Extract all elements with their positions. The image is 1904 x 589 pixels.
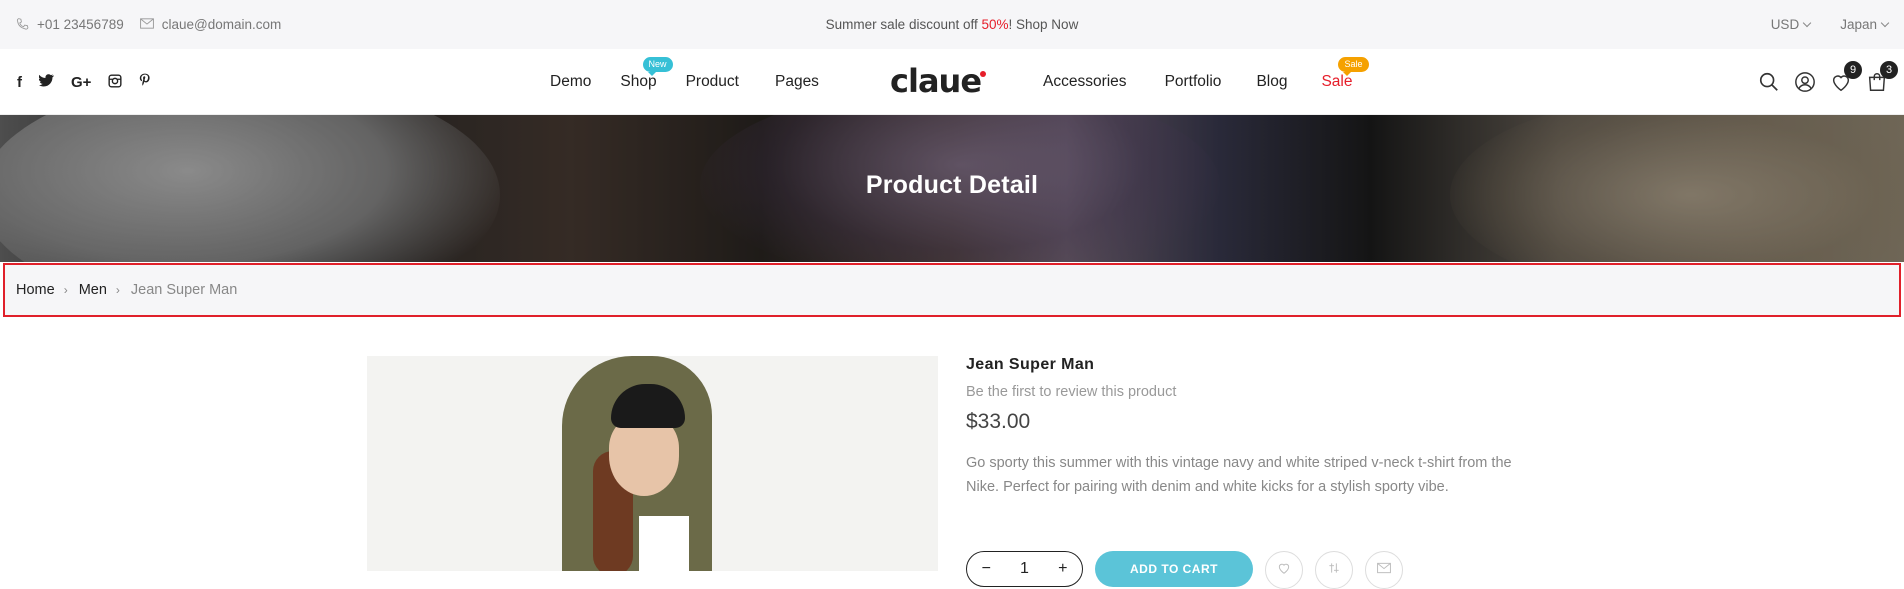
instagram-icon[interactable] xyxy=(108,73,122,91)
breadcrumb: Home › Men › Jean Super Man xyxy=(3,263,1901,317)
breadcrumb-home[interactable]: Home xyxy=(16,282,55,298)
promo-suffix: ! Shop Now xyxy=(1008,17,1079,32)
nav-item-blog[interactable]: Blog xyxy=(1256,73,1287,91)
email-contact[interactable]: claue@domain.com xyxy=(139,17,282,32)
mail-icon xyxy=(1377,561,1391,579)
sale-badge: Sale xyxy=(1338,57,1369,76)
nav-item-pages[interactable]: Pages xyxy=(775,73,819,91)
logo-dot xyxy=(980,71,987,77)
wishlist-button[interactable] xyxy=(1265,551,1303,589)
product-description: Go sporty this summer with this vintage … xyxy=(966,455,1512,495)
nav-label: Blog xyxy=(1256,73,1288,90)
email-address: claue@domain.com xyxy=(161,17,282,32)
quantity-stepper[interactable]: − 1 + xyxy=(966,551,1083,587)
product-price: $33.00 xyxy=(966,410,1031,433)
image-face xyxy=(609,416,679,496)
add-to-cart-button[interactable]: ADD TO CART xyxy=(1095,551,1253,587)
nav-label: Accessories xyxy=(1043,73,1127,90)
wishlist-count: 9 xyxy=(1844,61,1862,79)
image-shirt xyxy=(639,516,689,571)
user-icon[interactable] xyxy=(1794,71,1816,93)
compare-button[interactable] xyxy=(1315,551,1353,589)
chevron-down-icon xyxy=(1802,18,1812,28)
mail-icon xyxy=(139,17,154,32)
nav-label: Pages xyxy=(774,73,819,90)
cart-count: 3 xyxy=(1880,61,1898,79)
phone-number: +01 23456789 xyxy=(37,17,124,32)
nav-item-demo[interactable]: Demo xyxy=(550,73,591,91)
wishlist-icon[interactable]: 9 xyxy=(1830,61,1862,93)
nav-item-sale[interactable]: Sale Sale xyxy=(1321,57,1369,91)
region-select[interactable]: Japan xyxy=(1840,17,1890,32)
top-bar-selectors: USD Japan xyxy=(1770,0,1890,49)
nav-left: Demo Shop New Product Pages xyxy=(550,49,819,115)
review-link[interactable]: Be the first to review this product xyxy=(966,384,1526,400)
cart-icon[interactable]: 3 xyxy=(1866,61,1898,93)
chevron-down-icon xyxy=(1880,18,1890,28)
heart-icon xyxy=(1277,561,1291,580)
qty-plus-button[interactable]: + xyxy=(1058,560,1067,578)
qty-value[interactable]: 1 xyxy=(1020,560,1029,578)
compare-icon xyxy=(1327,561,1341,580)
google-plus-icon[interactable]: G+ xyxy=(71,75,91,90)
nav-label: Product xyxy=(685,73,739,90)
promo-percent: 50% xyxy=(981,17,1009,32)
search-icon[interactable] xyxy=(1758,71,1780,93)
nav-label: Portfolio xyxy=(1164,73,1222,90)
facebook-icon[interactable]: f xyxy=(17,75,22,90)
nav-right: Accessories Portfolio Blog Sale Sale xyxy=(1043,49,1369,115)
phone-icon xyxy=(16,17,29,33)
product-info: Jean Super Man Be the first to review th… xyxy=(966,356,1526,499)
product-name: Jean Super Man xyxy=(966,356,1095,373)
top-bar: +01 23456789 claue@domain.com Summer sal… xyxy=(0,0,1904,49)
header-icons: 9 3 xyxy=(1758,49,1898,115)
region-value: Japan xyxy=(1840,17,1877,32)
page-title: Product Detail xyxy=(865,171,1039,199)
social-links: f G+ xyxy=(17,49,151,115)
nav-item-product[interactable]: Product xyxy=(686,73,739,91)
nav-item-shop[interactable]: Shop New xyxy=(620,57,673,91)
nav-item-accessories[interactable]: Accessories xyxy=(1043,73,1127,91)
chevron-right-icon: › xyxy=(63,283,68,297)
currency-select[interactable]: USD xyxy=(1770,17,1812,32)
qty-minus-button[interactable]: − xyxy=(982,560,991,578)
new-badge: New xyxy=(642,57,673,76)
share-button[interactable] xyxy=(1365,551,1403,589)
site-logo[interactable]: claue xyxy=(890,62,987,100)
twitter-icon[interactable] xyxy=(38,74,54,90)
product-image[interactable] xyxy=(367,356,938,571)
breadcrumb-category[interactable]: Men xyxy=(79,282,107,298)
currency-value: USD xyxy=(1770,17,1800,32)
promo-text[interactable]: Summer sale discount off 50%! Shop Now xyxy=(826,17,1079,32)
main-header: f G+ Demo Shop New Product Pages claue Ac… xyxy=(0,49,1904,115)
product-actions: − 1 + ADD TO CART xyxy=(966,551,1403,589)
nav-label: Demo xyxy=(550,73,592,90)
pinterest-icon[interactable] xyxy=(139,73,151,91)
page-banner: Product Detail xyxy=(0,115,1904,262)
breadcrumb-current: Jean Super Man xyxy=(130,282,238,298)
nav-item-portfolio[interactable]: Portfolio xyxy=(1165,73,1222,91)
logo-text: claue xyxy=(890,62,982,100)
promo-prefix: Summer sale discount off xyxy=(825,17,982,32)
chevron-right-icon: › xyxy=(115,283,120,297)
contact-info: +01 23456789 claue@domain.com xyxy=(16,0,281,49)
phone-contact[interactable]: +01 23456789 xyxy=(16,17,124,33)
promo-banner: Summer sale discount off 50%! Shop Now xyxy=(0,0,1904,49)
